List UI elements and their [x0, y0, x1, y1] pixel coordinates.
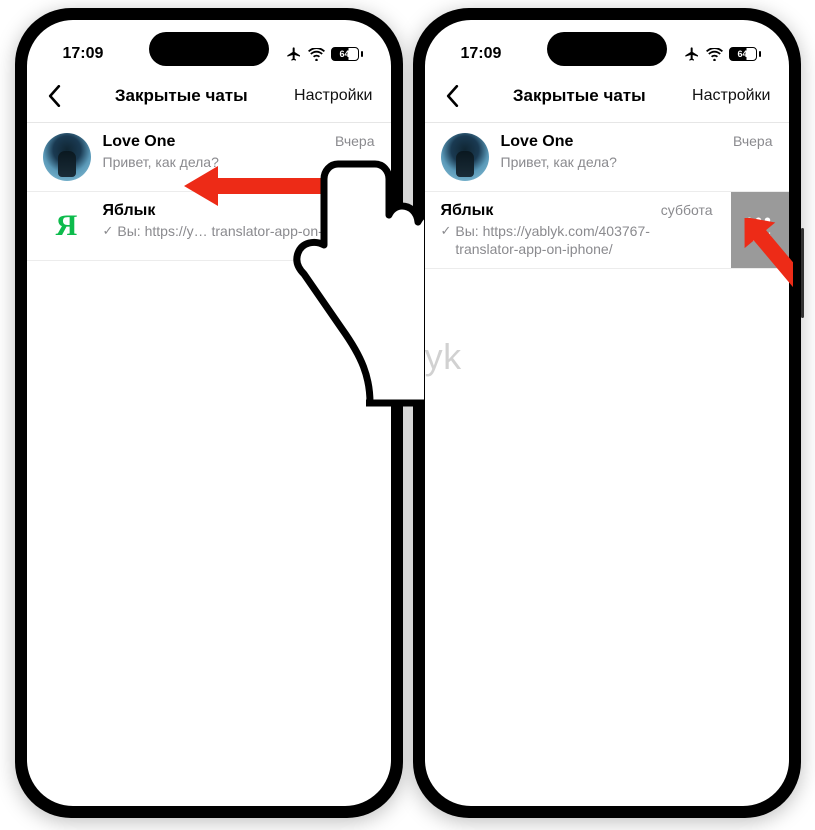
- chat-list: Love One Вчера Привет, как дела? Яблык с…: [425, 123, 789, 269]
- dynamic-island: [149, 32, 269, 66]
- dynamic-island: [547, 32, 667, 66]
- page-title: Закрытые чаты: [115, 86, 248, 106]
- settings-button[interactable]: Настройки: [692, 87, 770, 105]
- chat-time: …ббота: [323, 202, 375, 218]
- nav-header: Закрытые чаты Настройки: [27, 74, 391, 123]
- status-time: 17:09: [63, 45, 104, 63]
- battery-level: 64: [729, 47, 757, 61]
- battery-level: 64: [331, 47, 359, 61]
- status-indicators: 64: [684, 46, 761, 62]
- settings-button[interactable]: Настройки: [294, 87, 372, 105]
- nav-header: Закрытые чаты Настройки: [425, 74, 789, 123]
- chat-preview: Вы: https://y… translator-app-on-iph…e/: [117, 222, 367, 240]
- checkmark-icon: ✓: [441, 223, 452, 240]
- chat-row[interactable]: Love One Вчера Привет, как дела?: [27, 123, 391, 192]
- checkmark-icon: ✓: [103, 223, 114, 240]
- avatar: [43, 133, 91, 181]
- page-title: Закрытые чаты: [513, 86, 646, 106]
- chat-name: Love One: [103, 133, 176, 151]
- phone-left: 17:09 64 Закр: [15, 8, 403, 818]
- wifi-icon: [706, 48, 723, 61]
- status-indicators: 64: [286, 46, 363, 62]
- avatar: Я: [43, 202, 91, 250]
- battery-indicator: 64: [331, 47, 363, 61]
- more-icon: •••: [746, 217, 773, 225]
- back-button[interactable]: [41, 82, 69, 110]
- phone-right: 17:09 64 Закр: [413, 8, 801, 818]
- battery-indicator: 64: [729, 47, 761, 61]
- wifi-icon: [308, 48, 325, 61]
- chat-time: Вчера: [733, 133, 773, 149]
- swipe-more-label: Ещё: [747, 230, 772, 244]
- chat-preview: Привет, как дела?: [103, 153, 219, 171]
- chat-name: Яблык: [441, 202, 494, 220]
- screen: 17:09 64 Закр: [27, 20, 391, 806]
- chat-time: суббота: [661, 202, 713, 218]
- chat-time: Вчера: [335, 133, 375, 149]
- chat-row-swiped[interactable]: Яблык суббота ✓ Вы: https://yablyk.com/4…: [425, 192, 789, 269]
- chat-name: Яблык: [103, 202, 156, 220]
- airplane-icon: [286, 46, 302, 62]
- status-time: 17:09: [461, 45, 502, 63]
- chat-name: Love One: [501, 133, 574, 151]
- chat-preview: Привет, как дела?: [501, 153, 617, 171]
- chat-row[interactable]: Я Яблык …ббота ✓ Вы: https://y… translat…: [27, 192, 391, 261]
- back-button[interactable]: [439, 82, 467, 110]
- screen: 17:09 64 Закр: [425, 20, 789, 806]
- chat-preview: Вы: https://yablyk.com/403767-translator…: [455, 222, 712, 258]
- chat-row[interactable]: Love One Вчера Привет, как дела?: [425, 123, 789, 192]
- avatar: [441, 133, 489, 181]
- chat-list: Love One Вчера Привет, как дела? Я Яблык: [27, 123, 391, 261]
- swipe-more-button[interactable]: ••• Ещё: [731, 192, 789, 268]
- airplane-icon: [684, 46, 700, 62]
